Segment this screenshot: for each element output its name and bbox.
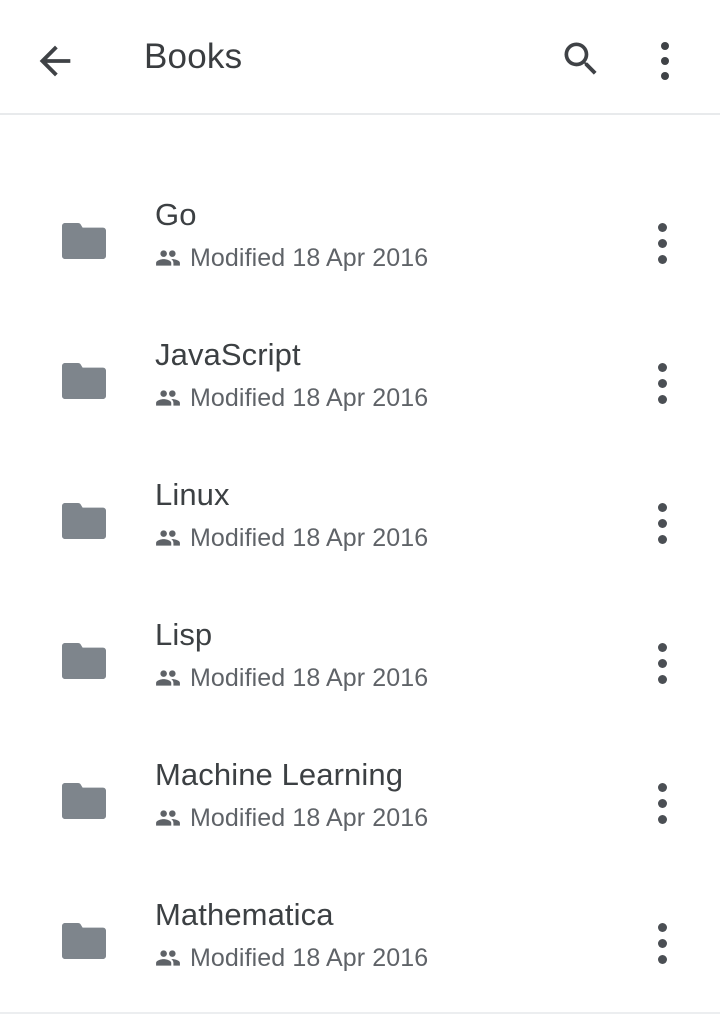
- list-item-subtitle: Modified 18 Apr 2016: [190, 664, 429, 692]
- list-item-texts: Machine Learning Modified 18 Apr 2016: [155, 755, 615, 834]
- folder-icon: [62, 223, 106, 259]
- more-vert-icon: [657, 782, 667, 824]
- folder-icon: [62, 923, 106, 959]
- folder-icon: [62, 643, 106, 679]
- folder-icon: [62, 363, 106, 399]
- people-icon: [155, 245, 181, 271]
- list-item-texts: Go Modified 18 Apr 2016: [155, 195, 615, 274]
- list-item-texts: Linux Modified 18 Apr 2016: [155, 475, 615, 554]
- people-icon: [155, 385, 181, 411]
- people-icon: [155, 665, 181, 691]
- list-item-title: Mathematica: [155, 897, 334, 932]
- more-vert-icon: [657, 502, 667, 544]
- list-item-overflow-button[interactable]: [634, 353, 690, 413]
- list-item[interactable]: JavaScript Modified 18 Apr 2016: [0, 313, 720, 453]
- list-item-overflow-button[interactable]: [634, 633, 690, 693]
- list-item-title: Go: [155, 197, 197, 232]
- list-item-subtitle-group: Modified 18 Apr 2016: [155, 662, 615, 694]
- overflow-menu-button[interactable]: [634, 30, 696, 92]
- list-item-texts: JavaScript Modified 18 Apr 2016: [155, 335, 615, 414]
- back-button[interactable]: [22, 30, 88, 96]
- folder-icon: [62, 783, 106, 819]
- list-item-subtitle: Modified 18 Apr 2016: [190, 804, 429, 832]
- page-title: Books: [144, 36, 243, 76]
- more-vert-icon: [657, 222, 667, 264]
- list-item-subtitle: Modified 18 Apr 2016: [190, 944, 429, 972]
- list-item-overflow-button[interactable]: [634, 773, 690, 833]
- bottom-divider: [0, 1012, 720, 1014]
- list-item-subtitle: Modified 18 Apr 2016: [190, 244, 429, 272]
- list-item[interactable]: Linux Modified 18 Apr 2016: [0, 453, 720, 593]
- list-item-title: Linux: [155, 477, 230, 512]
- list-item-subtitle-group: Modified 18 Apr 2016: [155, 382, 615, 414]
- list-item[interactable]: Lisp Modified 18 Apr 2016: [0, 593, 720, 733]
- list-item-overflow-button[interactable]: [634, 213, 690, 273]
- search-button[interactable]: [550, 30, 612, 92]
- list-item-subtitle: Modified 18 Apr 2016: [190, 384, 429, 412]
- people-icon: [155, 525, 181, 551]
- list-item-subtitle-group: Modified 18 Apr 2016: [155, 242, 615, 274]
- more-vert-icon: [657, 922, 667, 964]
- list-item-subtitle-group: Modified 18 Apr 2016: [155, 522, 615, 554]
- search-icon: [559, 37, 603, 86]
- list-item-subtitle: Modified 18 Apr 2016: [190, 524, 429, 552]
- more-vert-icon: [657, 642, 667, 684]
- list-item[interactable]: Go Modified 18 Apr 2016: [0, 173, 720, 313]
- more-vert-icon: [657, 362, 667, 404]
- list-item-texts: Mathematica Modified 18 Apr 2016: [155, 895, 615, 974]
- folder-list[interactable]: Modified 18 Apr 2016 Go: [0, 0, 720, 1013]
- list-item-texts: Lisp Modified 18 Apr 2016: [155, 615, 615, 694]
- list-item-subtitle-group: Modified 18 Apr 2016: [155, 802, 615, 834]
- list-item-subtitle-group: Modified 18 Apr 2016: [155, 942, 615, 974]
- people-icon: [155, 945, 181, 971]
- people-icon: [155, 805, 181, 831]
- list-item-title: Lisp: [155, 617, 213, 652]
- more-vert-icon: [661, 42, 669, 80]
- list-item[interactable]: Mathematica Modified 18 Apr 2016: [0, 873, 720, 1013]
- list-item-overflow-button[interactable]: [634, 493, 690, 553]
- app-root: Modified 18 Apr 2016 Go: [0, 0, 720, 1021]
- app-bar: Books: [0, 0, 720, 115]
- list-item-title: JavaScript: [155, 337, 301, 372]
- list-item-overflow-button[interactable]: [634, 913, 690, 973]
- folder-icon: [62, 503, 106, 539]
- list-item[interactable]: Machine Learning Modified 18 Apr 2016: [0, 733, 720, 873]
- arrow-left-icon: [32, 38, 78, 89]
- list-item-title: Machine Learning: [155, 757, 404, 792]
